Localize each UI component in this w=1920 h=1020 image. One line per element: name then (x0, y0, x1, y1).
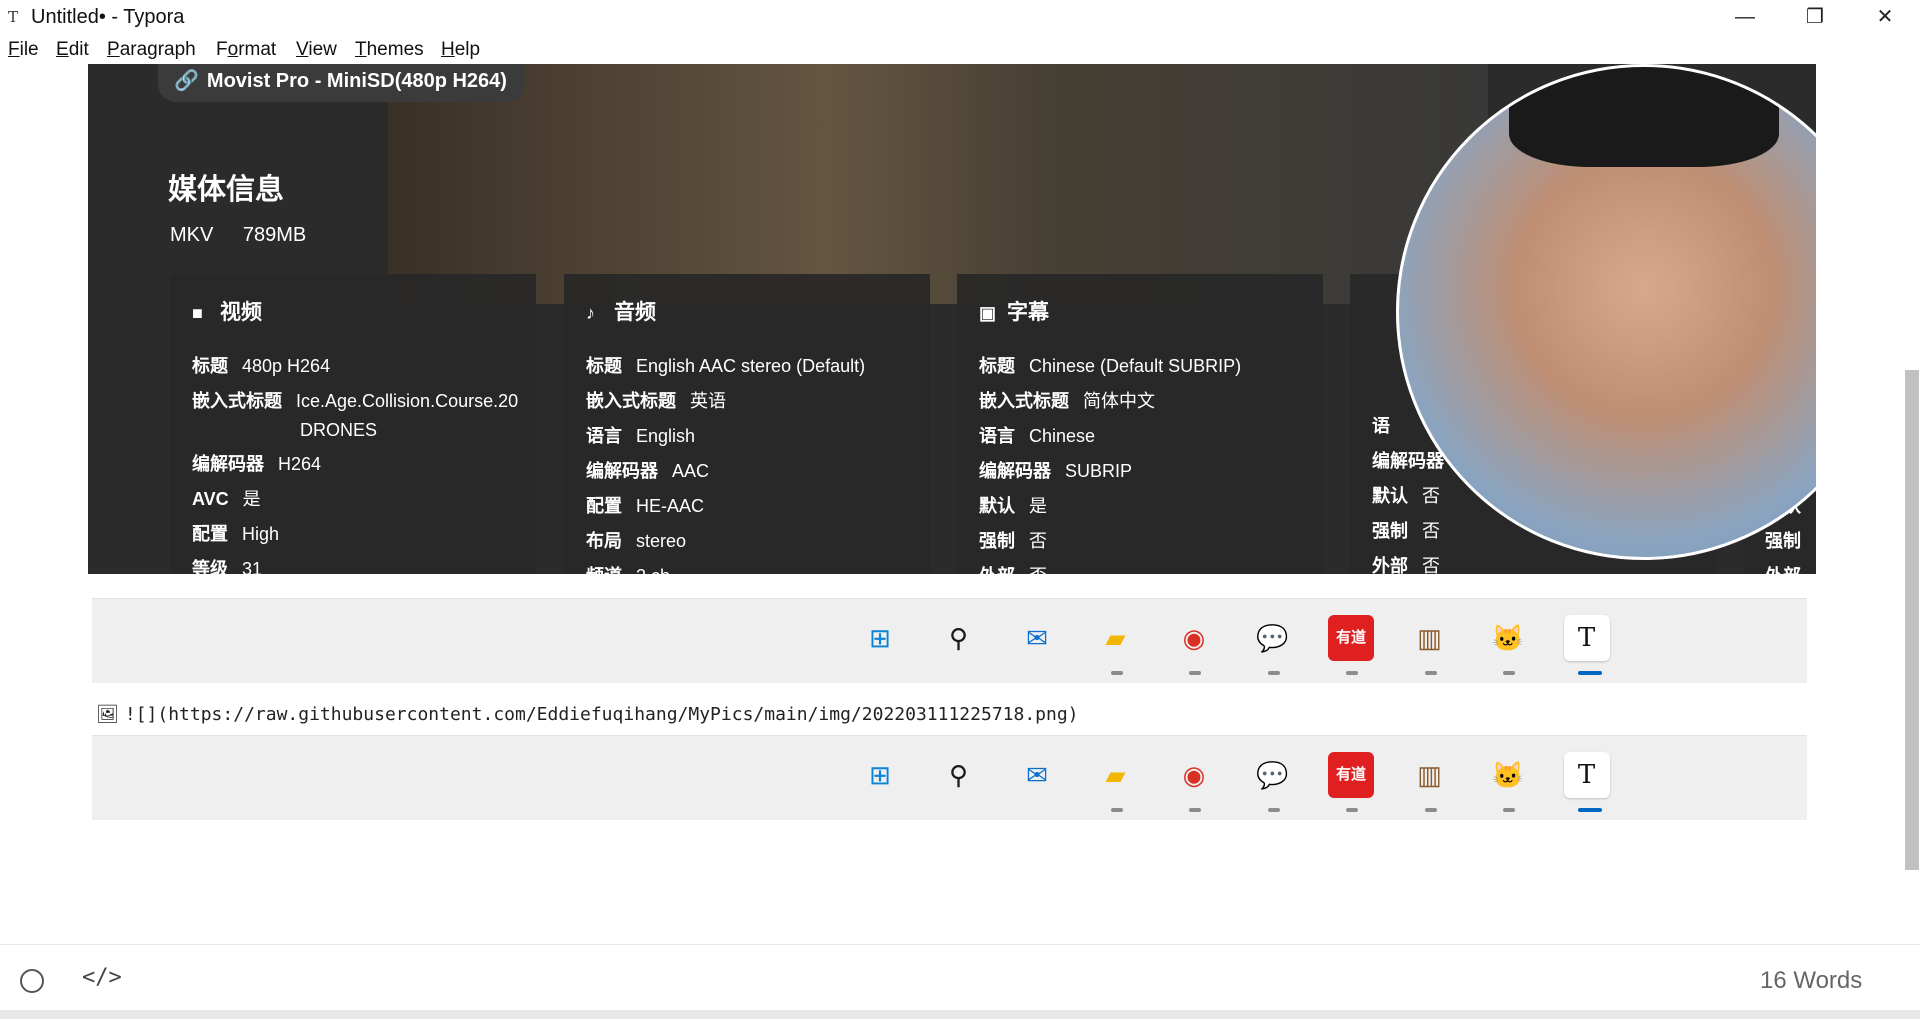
media-info-heading: 媒体信息 (168, 174, 285, 206)
media-info-row: AVC 是 (192, 489, 261, 509)
chrome-icon: ◉ (1171, 615, 1219, 675)
search-icon: ⚲ (948, 623, 969, 653)
movie-backdrop (388, 64, 1488, 304)
cat-app-icon: 🐱 (1485, 752, 1533, 812)
mail-icon: ✉ (1026, 623, 1048, 653)
media-info-row: 配置 HE-AAC (586, 496, 705, 516)
windows-start-icon: ⊞ (869, 760, 891, 790)
player-chip-label: Movist Pro - MiniSD(480p H264) (206, 70, 507, 92)
scrollbar-thumb[interactable] (1905, 370, 1919, 870)
file-size: 789MB (242, 224, 307, 246)
taskbar-screenshot-2: ⊞ ⚲ ✉ ▰ ◉ 💬 有道 ▥ 🐱 T (92, 735, 1807, 820)
window-bottom-edge (0, 1010, 1920, 1019)
image-icon: 🖼 (96, 704, 119, 725)
file-explorer-icon: ▰ (1093, 615, 1141, 675)
chrome-icon: ◉ (1171, 752, 1219, 812)
typora-icon: T (1563, 615, 1612, 675)
menu-item-help[interactable]: Help (441, 39, 480, 61)
markdown-image-source[interactable]: ![](https://raw.githubusercontent.com/Ed… (125, 704, 1079, 725)
container-format: MKV (170, 224, 214, 246)
subtitles-cc-icon: ▣ (979, 303, 997, 323)
status-bar: </> 16 Words (0, 944, 1920, 1020)
media-info-row: 配置 High (192, 524, 280, 544)
media-info-row: 外部否 (979, 562, 1315, 574)
restore-button[interactable]: ❐ (1780, 0, 1850, 34)
typora-app-icon: T (8, 8, 19, 26)
books-icon: ▥ (1407, 752, 1455, 812)
mail-icon: ✉ (1026, 760, 1048, 790)
menu-item-format[interactable]: Format (216, 39, 276, 61)
menu-item-file[interactable]: File (8, 39, 39, 61)
youdao-icon: 有道 (1328, 615, 1376, 675)
media-info-row: 语言 English (586, 426, 696, 446)
markdown-image-line[interactable]: 🖼 ![](https://raw.githubusercontent.com/E… (96, 704, 1079, 725)
media-panel-3: ▣ 字幕标题 Chinese (Default SUBRIP) 嵌入式标题 简体中文 语言… (957, 274, 1323, 574)
media-info-row: 默认是 (979, 496, 1047, 516)
wechat-icon: 💬 (1250, 752, 1298, 812)
media-info-row: 等级 31 (192, 559, 263, 574)
file-explorer-icon: ▰ (1093, 752, 1141, 812)
source-mode-icon[interactable]: </> (82, 965, 122, 990)
media-info-image: 🔗 Movist Pro - MiniSD(480p H264) 媒体信息 MKV… (88, 64, 1816, 574)
sidebar-toggle-icon[interactable] (20, 969, 44, 993)
media-info-row: 嵌入式标题 Ice.Age.Collision.Course.20 DRONES (192, 391, 519, 440)
title-bar: T Untitled• - Typora — ❐ ✕ (0, 0, 1920, 34)
menu-item-edit[interactable]: Edit (56, 39, 89, 61)
media-info-row: 频道2 ch (586, 562, 922, 574)
panel-title: ♪ 音频 (586, 301, 656, 324)
media-format: MKV 789MB (170, 224, 330, 247)
window-title: Untitled• - Typora (31, 6, 185, 28)
avatar-hair (1509, 67, 1779, 167)
player-chip: 🔗 Movist Pro - MiniSD(480p H264) (158, 64, 525, 102)
panel-title: ▣ 字幕 (979, 301, 1049, 324)
media-info-row: 语言 Chinese (979, 426, 1096, 446)
media-info-row: 嵌入式标题 简体中文 (979, 391, 1155, 411)
media-info-row: 编解码器 SUBRIP (979, 461, 1133, 481)
media-info-row: 标题 480p H264 (192, 356, 331, 376)
taskbar-screenshot-1: ⊞ ⚲ ✉ ▰ ◉ 💬 有道 ▥ 🐱 T (92, 598, 1807, 683)
wechat-icon: 💬 (1250, 615, 1298, 675)
editor-content[interactable]: 🔗 Movist Pro - MiniSD(480p H264) 媒体信息 MKV… (0, 64, 1900, 944)
cat-app-icon: 🐱 (1485, 615, 1533, 675)
media-info-row: 编解码器 AAC (586, 461, 710, 481)
menu-bar: File Edit Paragraph Format View Themes Help (0, 36, 1920, 64)
music-note-icon: ♪ (586, 303, 595, 323)
youdao-icon: 有道 (1328, 752, 1376, 812)
windows-start-icon: ⊞ (869, 623, 891, 653)
menu-item-themes[interactable]: Themes (355, 39, 424, 61)
menu-item-view[interactable]: View (296, 39, 337, 61)
video-camera-icon: ■ (192, 303, 203, 323)
link-icon: 🔗 (174, 70, 199, 92)
media-info-row: 嵌入式标题 英语 (586, 391, 726, 411)
search-icon: ⚲ (948, 760, 969, 790)
typora-icon: T (1563, 752, 1612, 812)
media-info-row: 编解码器 H264 (192, 454, 322, 474)
panel-title: ■ 视频 (192, 301, 262, 324)
word-count[interactable]: 16 Words (1760, 967, 1862, 995)
media-info-row: 强制 (1765, 531, 1801, 551)
minimize-button[interactable]: — (1710, 0, 1780, 34)
media-panel-2: ♪ 音频标题 English AAC stereo (Default) 嵌入式标题 英语… (564, 274, 930, 574)
media-panel-1: ■ 视频标题 480p H264 嵌入式标题 Ice.Age.Collision.Cou… (170, 274, 536, 574)
media-info-row: 布局 stereo (586, 531, 687, 551)
close-button[interactable]: ✕ (1850, 0, 1920, 34)
media-info-row: 标题 English AAC stereo (Default) (586, 356, 866, 376)
menu-item-paragraph[interactable]: Paragraph (107, 39, 196, 61)
media-info-row: 强制否 (979, 531, 1047, 551)
books-icon: ▥ (1407, 615, 1455, 675)
media-info-row: 外部 (1765, 562, 1816, 574)
media-info-row: 标题 Chinese (Default SUBRIP) (979, 356, 1242, 376)
